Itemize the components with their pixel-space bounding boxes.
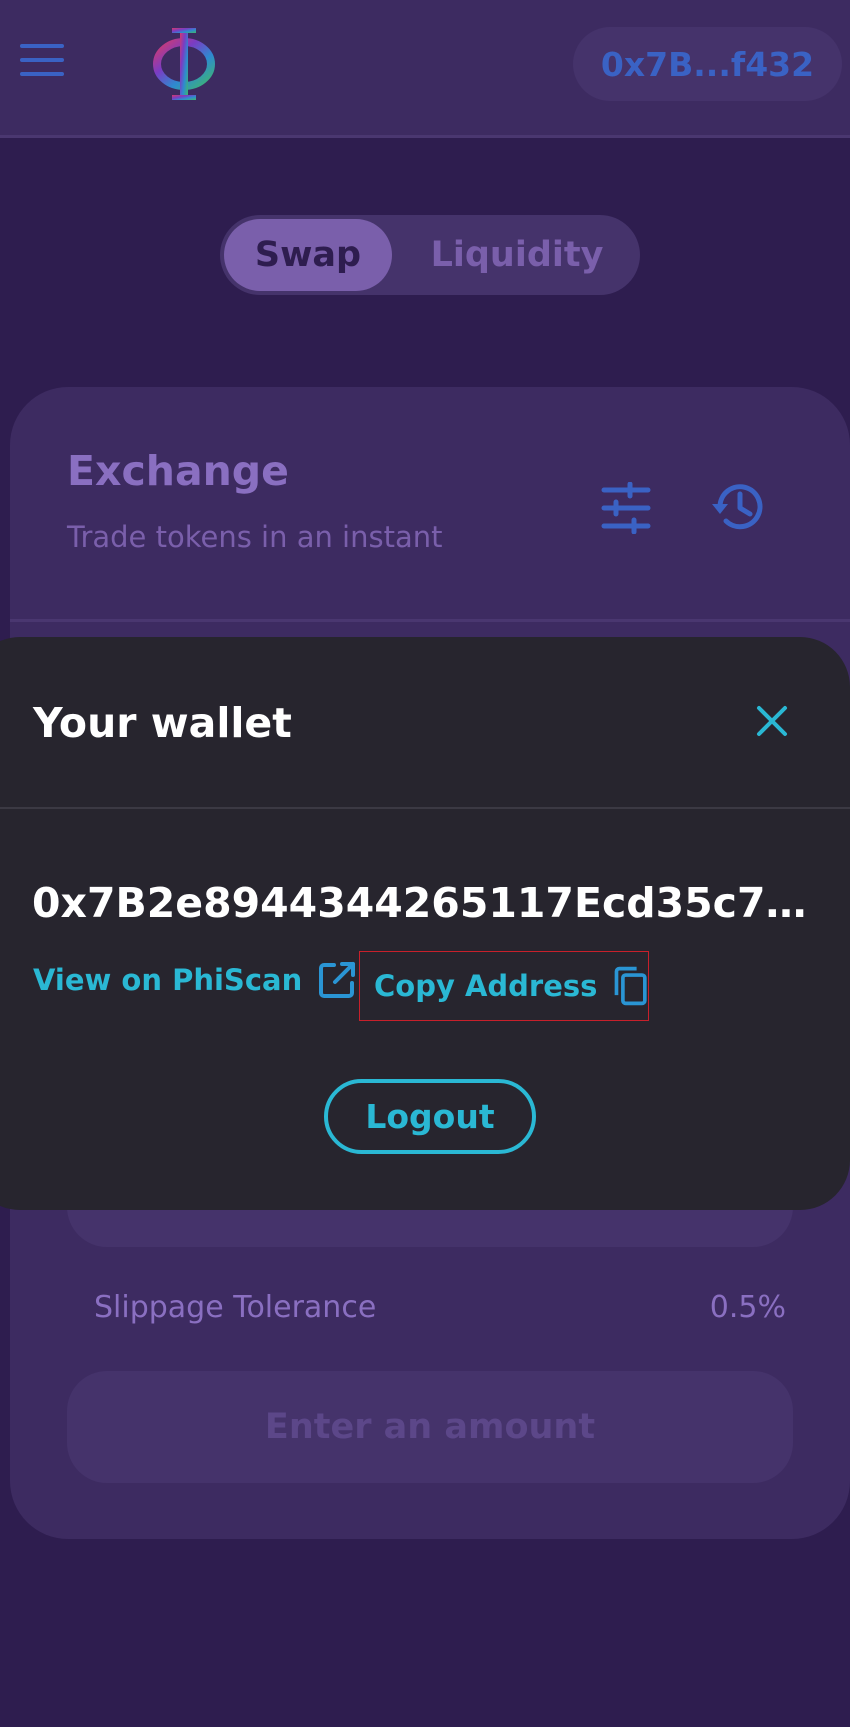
- copy-icon: [615, 966, 648, 1006]
- sliders-settings-icon[interactable]: [600, 482, 652, 534]
- tab-swap[interactable]: Swap: [224, 219, 392, 291]
- view-on-phiscan-link[interactable]: View on PhiScan: [33, 961, 356, 999]
- logout-button[interactable]: Logout: [324, 1079, 536, 1154]
- history-icon[interactable]: [710, 478, 768, 536]
- close-icon[interactable]: [755, 704, 789, 738]
- wallet-address-button[interactable]: 0x7B...f432: [573, 27, 842, 101]
- view-on-phiscan-label: View on PhiScan: [33, 963, 303, 997]
- slippage-label: Slippage Tolerance: [94, 1290, 377, 1325]
- phi-logo-icon[interactable]: [148, 26, 220, 102]
- copy-address-button[interactable]: Copy Address: [359, 951, 649, 1021]
- exchange-title: Exchange: [67, 447, 289, 495]
- wallet-full-address: 0x7B2e8944344265117Ecd35c7B1Bc...: [32, 879, 822, 927]
- copy-address-label: Copy Address: [374, 969, 598, 1003]
- external-link-icon: [319, 962, 356, 998]
- top-header: 0x7B...f432: [0, 0, 850, 138]
- swap-liquidity-toggle: Swap Liquidity: [220, 215, 640, 295]
- card-divider: [10, 619, 850, 622]
- modal-divider: [0, 807, 850, 809]
- tab-liquidity[interactable]: Liquidity: [402, 219, 632, 291]
- modal-title: Your wallet: [33, 699, 292, 747]
- enter-amount-button[interactable]: Enter an amount: [67, 1371, 793, 1483]
- wallet-modal: Your wallet 0x7B2e8944344265117Ecd35c7B1…: [0, 637, 850, 1210]
- page: 0x7B...f432 Swap Liquidity Exchange Trad…: [0, 0, 850, 1727]
- exchange-subtitle: Trade tokens in an instant: [67, 520, 443, 554]
- hamburger-menu-icon[interactable]: [20, 44, 66, 78]
- slippage-value: 0.5%: [709, 1290, 786, 1325]
